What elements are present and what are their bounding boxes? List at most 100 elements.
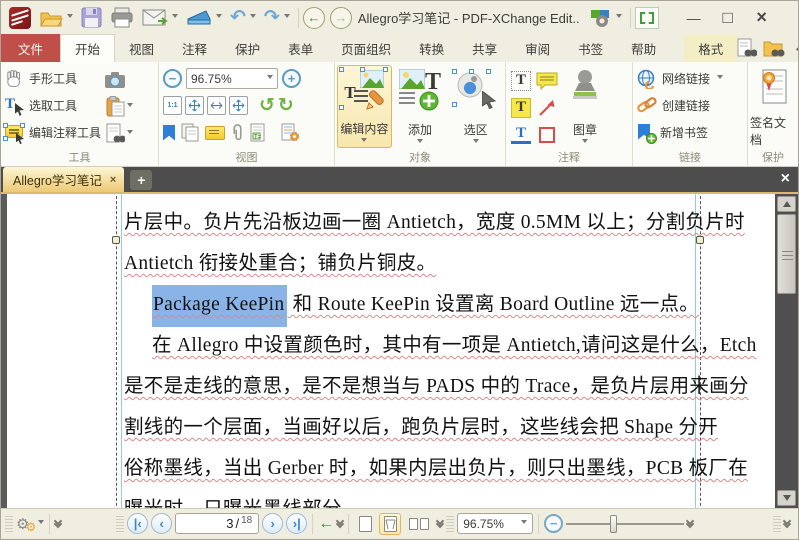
document-tab-close-icon[interactable]: × (110, 174, 116, 186)
selection-handle-left[interactable] (112, 236, 120, 244)
rectangle-tool-button[interactable] (539, 126, 555, 143)
page-number-field[interactable]: 3 / 18 (175, 513, 260, 534)
undo-dropdown[interactable] (249, 14, 256, 21)
scan-dropdown[interactable] (216, 14, 222, 21)
zoom-level-combo[interactable]: 96.75% (186, 68, 278, 89)
zoom-slider-handle[interactable] (610, 514, 618, 533)
stamp-button[interactable]: 图章 (560, 65, 610, 148)
status-zoom-combo[interactable]: 96.75% (457, 513, 534, 534)
tab-format[interactable]: 格式 (684, 34, 738, 62)
selected-text[interactable]: Package KeePin (152, 285, 288, 327)
edit-content-dropdown[interactable] (361, 138, 368, 145)
view-settings-icon[interactable] (281, 123, 300, 142)
fullscreen-button[interactable] (634, 6, 659, 29)
save-button[interactable] (77, 5, 106, 31)
print-button[interactable] (106, 5, 138, 31)
scan-button[interactable] (182, 5, 226, 31)
undo-button[interactable]: ↶ (226, 5, 260, 31)
tab-view[interactable]: 视图 (115, 34, 168, 62)
comments-panel-icon[interactable] (205, 125, 225, 140)
fit-width-layout-button[interactable] (379, 512, 402, 535)
edit-comment-tool-button[interactable]: 编辑注释工具 (3, 119, 103, 146)
tab-convert[interactable]: 转换 (405, 34, 458, 62)
minimize-button[interactable]: — (677, 6, 711, 30)
nav-overflow-chevron[interactable] (335, 516, 345, 528)
paste-dropdown[interactable] (126, 103, 133, 110)
email-dropdown[interactable] (172, 14, 178, 21)
tab-form[interactable]: 表单 (274, 34, 327, 62)
open-dropdown[interactable] (67, 14, 73, 21)
find-button[interactable] (103, 121, 135, 146)
ui-options-dropdown[interactable] (615, 14, 622, 21)
attachments-panel-icon[interactable] (231, 123, 244, 143)
zoom-out-button[interactable]: − (163, 69, 182, 88)
two-page-layout-button[interactable] (404, 513, 434, 535)
selection-handle-right[interactable] (696, 236, 704, 244)
select-objects-button[interactable]: 选区 (448, 65, 503, 148)
app-menu-button[interactable] (5, 5, 35, 31)
fit-visible-button[interactable] (185, 96, 204, 115)
typewriter-tool-button[interactable]: T (511, 70, 531, 91)
create-link-button[interactable]: 创建链接 (635, 92, 745, 119)
find-in-document-icon[interactable] (737, 38, 758, 58)
tab-comment[interactable]: 注释 (168, 34, 221, 62)
snapshot-button[interactable] (103, 67, 127, 92)
status-expand-right[interactable] (782, 516, 792, 528)
tab-organize[interactable]: 页面组织 (327, 34, 405, 62)
bookmarks-panel-button[interactable] (163, 124, 175, 141)
sign-document-button[interactable]: 签名文档 (750, 65, 796, 148)
tab-home[interactable]: 开始 (60, 34, 116, 62)
find-in-files-icon[interactable] (763, 38, 785, 58)
status-zoom-dropdown[interactable] (521, 520, 528, 527)
scroll-down-button[interactable] (777, 490, 796, 506)
fit-width-button[interactable] (207, 96, 226, 115)
tab-bookmarks[interactable]: 书签 (564, 34, 617, 62)
email-button[interactable] (138, 5, 182, 31)
web-link-button[interactable]: 网络链接 (635, 65, 745, 92)
add-bookmark-button[interactable]: 新增书签 (635, 119, 745, 146)
zoom-in-button[interactable]: + (282, 69, 301, 88)
history-back-button[interactable]: ← (318, 515, 334, 533)
actual-size-button[interactable]: 1:1 (163, 96, 182, 115)
status-settings-dropdown[interactable] (38, 520, 45, 527)
hand-tool-button[interactable]: 手形工具 (3, 65, 103, 92)
rotate-ccw-button[interactable]: ↺ (259, 96, 275, 115)
previous-page-button[interactable]: ‹ (151, 513, 173, 534)
add-object-button[interactable]: T 添加 (393, 65, 448, 148)
nav-back-button[interactable]: ← (302, 6, 325, 29)
pdf-page[interactable]: 片层中。负片先沿板边画一圈 Antietch，宽度 0.5MM 以上；分割负片时… (7, 194, 777, 508)
document-tab-active[interactable]: Allegro学习笔记 × (3, 167, 125, 192)
export-page-icon[interactable]: T= (250, 123, 267, 142)
redo-dropdown[interactable] (283, 14, 290, 21)
find-dropdown[interactable] (126, 130, 133, 137)
select-tool-button[interactable]: T 选取工具 (3, 92, 103, 119)
redo-button[interactable]: ↷ (260, 5, 294, 31)
vertical-scrollbar[interactable] (775, 194, 798, 508)
tab-help[interactable]: 帮助 (617, 34, 670, 62)
scrollbar-thumb[interactable] (777, 214, 796, 294)
zoom-combo-dropdown[interactable] (267, 75, 273, 82)
next-page-button[interactable]: › (262, 513, 284, 534)
close-button[interactable]: × (745, 6, 779, 30)
status-zoom-out-button[interactable]: − (544, 514, 564, 533)
highlight-tool-button[interactable]: T (511, 97, 531, 118)
status-expand-left[interactable] (53, 516, 63, 528)
maximize-button[interactable]: □ (711, 6, 745, 30)
tab-share[interactable]: 共享 (458, 34, 511, 62)
web-link-dropdown[interactable] (717, 75, 724, 82)
edit-content-button[interactable]: T 编辑内容 (337, 65, 392, 148)
sticky-note-tool-button[interactable] (536, 72, 558, 90)
rotate-cw-button[interactable]: ↻ (278, 96, 294, 115)
select-objects-dropdown[interactable] (472, 139, 479, 146)
open-button[interactable] (35, 5, 77, 31)
fit-page-button[interactable] (229, 96, 248, 115)
tab-review[interactable]: 审阅 (511, 34, 564, 62)
paste-button[interactable] (103, 94, 135, 119)
underline-tool-button[interactable]: T (511, 125, 531, 144)
zoom-overflow-chevron[interactable] (685, 516, 695, 528)
new-tab-button[interactable]: + (130, 170, 153, 190)
add-object-dropdown[interactable] (417, 139, 424, 146)
last-page-button[interactable]: ›| (286, 513, 308, 534)
collapse-ribbon-button[interactable] (791, 43, 798, 56)
zoom-slider[interactable] (566, 514, 685, 534)
